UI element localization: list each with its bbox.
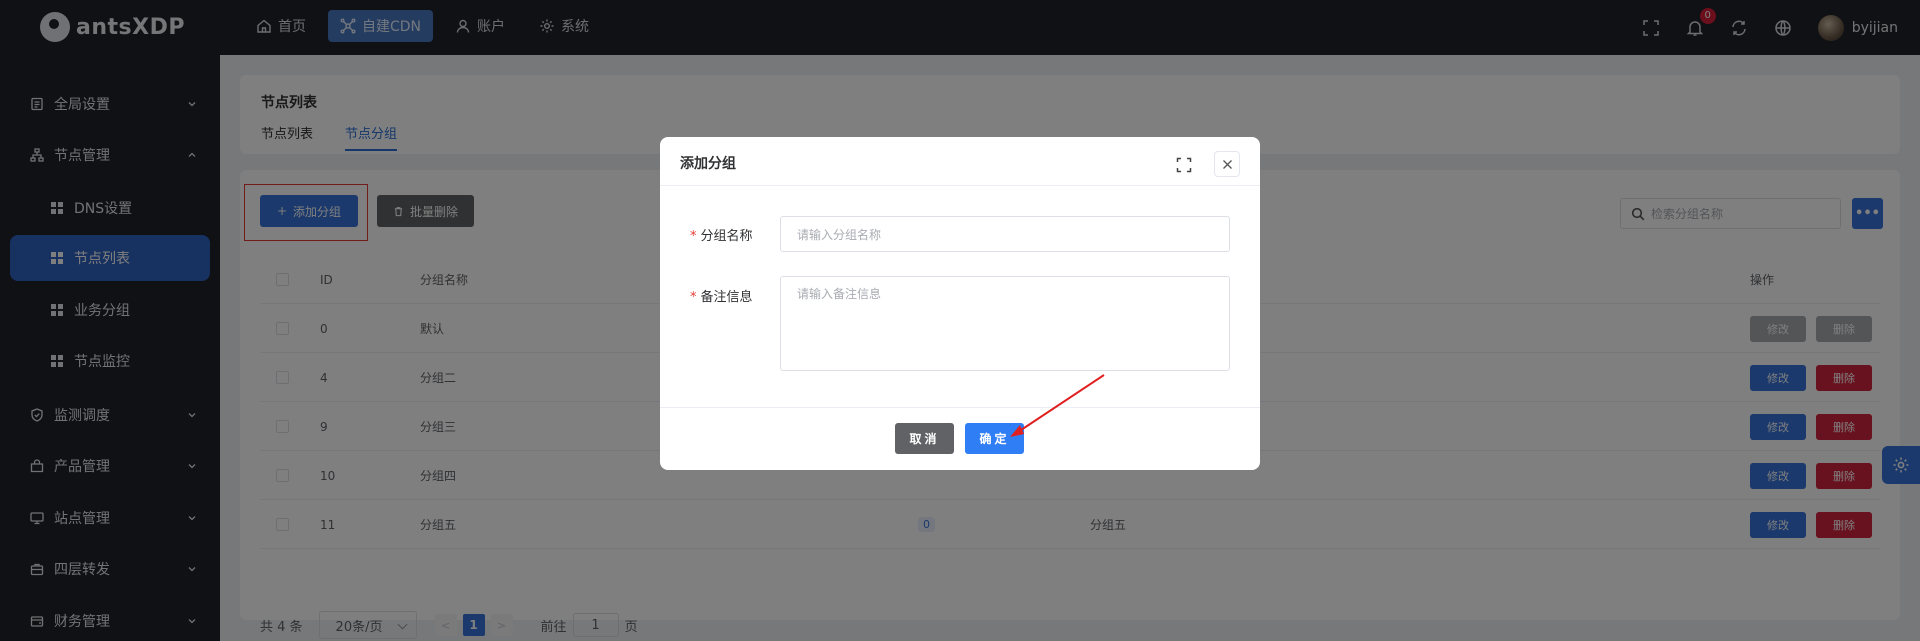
group-name-label-text: 分组名称 [700,229,753,244]
required-mark: * [690,290,697,305]
close-button[interactable] [1214,151,1240,177]
maximize-icon[interactable] [1176,157,1192,173]
cancel-button[interactable]: 取消 [895,423,954,454]
group-name-placeholder: 请输入分组名称 [797,227,882,242]
remark-label-text: 备注信息 [700,290,753,305]
remark-placeholder: 请输入备注信息 [797,287,882,301]
group-name-label: * 分组名称 [690,225,753,244]
remark-textarea[interactable]: 请输入备注信息 [780,276,1230,371]
group-name-input[interactable]: 请输入分组名称 [780,216,1230,252]
remark-label: * 备注信息 [690,286,753,305]
confirm-button[interactable]: 确定 [965,423,1024,454]
required-mark: * [690,229,697,244]
dialog-title: 添加分组 [680,156,736,172]
dialog-header-divider [660,185,1260,186]
add-group-dialog: 添加分组 * 分组名称 请输入分组名称 * 备注信息 请输入备注信息 取消 确定 [660,137,1260,470]
dialog-footer-divider [660,407,1260,408]
close-icon [1222,159,1232,169]
